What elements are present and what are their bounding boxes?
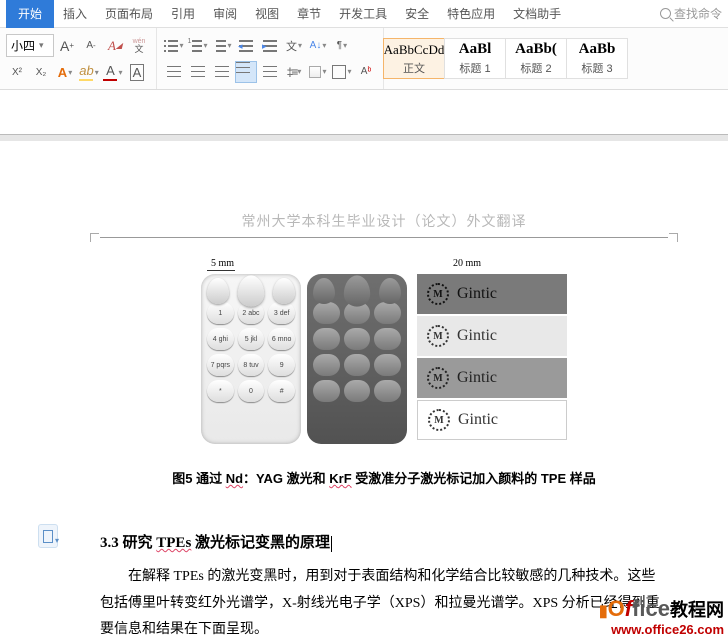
- pinyin-guide-button[interactable]: wén文: [128, 35, 150, 57]
- tab-references[interactable]: 引用: [162, 0, 204, 27]
- key-8: 8 tuv: [238, 354, 265, 376]
- shrink-font-button[interactable]: A-: [80, 35, 102, 57]
- borders-button[interactable]: ▾: [331, 61, 353, 83]
- styles-group: AaBbCcDd 正文 AaBl 标题 1 AaBb( 标题 2 AaBb 标题…: [384, 28, 628, 89]
- tab-review[interactable]: 审阅: [204, 0, 246, 27]
- sort-button[interactable]: A↓▾: [307, 35, 329, 57]
- key-0: 0: [238, 380, 265, 402]
- align-center-button[interactable]: [187, 61, 209, 83]
- align-justify-button[interactable]: [235, 61, 257, 83]
- logo-column: MGintic MGintic MGintic MGintic: [417, 274, 567, 440]
- section-heading[interactable]: 3.3 研究 TPEs 激光标记变黑的原理: [100, 531, 668, 552]
- logos-wrap: 20 mm MGintic MGintic MGintic MGintic: [413, 274, 567, 444]
- subscript-button[interactable]: X₂: [30, 61, 52, 83]
- align-right-button[interactable]: [211, 61, 233, 83]
- multilevel-button[interactable]: ▾: [211, 35, 233, 57]
- key-1: 1: [207, 302, 234, 324]
- style-heading1[interactable]: AaBl 标题 1: [444, 38, 506, 79]
- strikethrough-button[interactable]: A▾: [54, 61, 76, 83]
- key-6: 6 mno: [268, 328, 295, 350]
- superscript-button[interactable]: X²: [6, 61, 28, 83]
- keypad-light-wrap: 5 mm 1 2 abc 3 def 4 ghi 5 jkl 6 mno 7 p…: [201, 274, 301, 444]
- tab-security[interactable]: 安全: [396, 0, 438, 27]
- document-area[interactable]: 常州大学本科生毕业设计（论文）外文翻译 5 mm 1 2 abc 3 def 4…: [0, 90, 728, 641]
- keypad-dark: [307, 274, 407, 444]
- increase-indent-button[interactable]: [259, 35, 281, 57]
- figure-row: 5 mm 1 2 abc 3 def 4 ghi 5 jkl 6 mno 7 p…: [100, 274, 668, 444]
- tab-dochelper[interactable]: 文档助手: [504, 0, 570, 27]
- header-rule: [100, 237, 668, 238]
- menu-tabs: 开始 插入 页面布局 引用 审阅 视图 章节 开发工具 安全 特色应用 文档助手…: [0, 0, 728, 28]
- logo-4: MGintic: [417, 400, 567, 440]
- logo-3: MGintic: [417, 358, 567, 398]
- section-marker-button[interactable]: [38, 524, 58, 548]
- prev-page-bottom: [0, 90, 728, 135]
- shading-button[interactable]: ▾: [307, 61, 329, 83]
- style-heading2[interactable]: AaBb( 标题 2: [505, 38, 567, 79]
- key-hash: #: [268, 380, 295, 402]
- char-border-button[interactable]: A: [126, 61, 148, 83]
- tab-sections[interactable]: 章节: [288, 0, 330, 27]
- grow-font-button[interactable]: A+: [56, 35, 78, 57]
- key-3: 3 def: [268, 302, 295, 324]
- tab-insert[interactable]: 插入: [54, 0, 96, 27]
- dropdown-arrow-icon: ▾: [39, 40, 44, 51]
- font-color-button[interactable]: A▾: [102, 61, 124, 83]
- logo-1: MGintic: [417, 274, 567, 314]
- bullets-button[interactable]: ▾: [163, 35, 185, 57]
- chinese-layout-button[interactable]: 文▾: [283, 35, 305, 57]
- clear-format-button[interactable]: A◢: [104, 35, 126, 57]
- style-heading3[interactable]: AaBb 标题 3: [566, 38, 628, 79]
- show-marks-button[interactable]: ¶▾: [331, 35, 353, 57]
- scale-right-label: 20 mm: [453, 258, 481, 269]
- numbering-button[interactable]: ▾: [187, 35, 209, 57]
- key-5: 5 jkl: [238, 328, 265, 350]
- tab-special[interactable]: 特色应用: [438, 0, 504, 27]
- logo-2: MGintic: [417, 316, 567, 356]
- key-7: 7 pqrs: [207, 354, 234, 376]
- align-distribute-button[interactable]: [259, 61, 281, 83]
- page-header: 常州大学本科生毕业设计（论文）外文翻译: [100, 211, 668, 231]
- font-group: 小四 ▾ A+ A- A◢ wén文 X² X₂ A▾ ab▾ A▾ A: [0, 28, 157, 89]
- keypad-light: 1 2 abc 3 def 4 ghi 5 jkl 6 mno 7 pqrs 8…: [201, 274, 301, 444]
- paragraph-group: ▾ ▾ ▾ 文▾ A↓▾ ¶▾ ‡≡▾ ▾ ▾ Aᵇ: [157, 28, 384, 89]
- tab-view[interactable]: 视图: [246, 0, 288, 27]
- decrease-indent-button[interactable]: [235, 35, 257, 57]
- command-search[interactable]: 查找命令: [660, 5, 728, 22]
- tab-home[interactable]: 开始: [6, 0, 54, 28]
- figure-caption: 图5 通过 Nd：YAG 激光和 KrF 受激准分子激光标记加入颜料的 TPE …: [100, 468, 668, 487]
- font-size-value: 小四: [11, 37, 35, 54]
- scale-left-label: 5 mm: [211, 258, 234, 269]
- search-icon: [660, 8, 671, 19]
- tab-devtools[interactable]: 开发工具: [330, 0, 396, 27]
- align-left-button[interactable]: [163, 61, 185, 83]
- style-normal[interactable]: AaBbCcDd 正文: [383, 38, 445, 79]
- font-size-select[interactable]: 小四 ▾: [6, 34, 54, 57]
- ab-mark-button[interactable]: Aᵇ: [355, 61, 377, 83]
- key-9: 9: [268, 354, 295, 376]
- scale-bar-left: [207, 270, 235, 271]
- body-paragraph[interactable]: 在解释 TPEs 的激光变黑时，用到对于表面结构和化学结合比较敏感的几种技术。这…: [100, 564, 668, 641]
- key-star: *: [207, 380, 234, 402]
- key-4: 4 ghi: [207, 328, 234, 350]
- tab-pagelayout[interactable]: 页面布局: [96, 0, 162, 27]
- ribbon: 小四 ▾ A+ A- A◢ wén文 X² X₂ A▾ ab▾ A▾ A ▾: [0, 28, 728, 90]
- page: 常州大学本科生毕业设计（论文）外文翻译 5 mm 1 2 abc 3 def 4…: [0, 141, 728, 641]
- search-placeholder: 查找命令: [674, 5, 722, 22]
- style-gallery: AaBbCcDd 正文 AaBl 标题 1 AaBb( 标题 2 AaBb 标题…: [384, 38, 628, 79]
- text-cursor: [331, 536, 332, 552]
- highlight-button[interactable]: ab▾: [78, 61, 100, 83]
- line-spacing-button[interactable]: ‡≡▾: [283, 61, 305, 83]
- doc-icon: [43, 530, 53, 543]
